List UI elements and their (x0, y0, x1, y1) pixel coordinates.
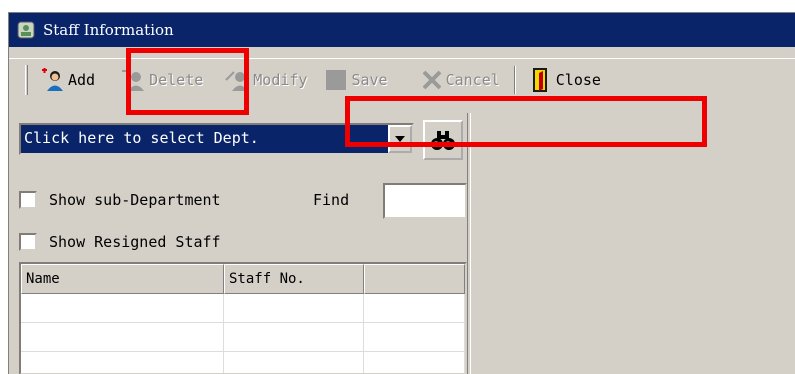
table-row[interactable] (21, 352, 465, 373)
show-resigned-staff-label: Show Resigned Staff (49, 233, 221, 251)
table-cell[interactable] (224, 323, 364, 351)
cancel-label: Cancel (445, 70, 500, 89)
department-select-value: Click here to select Dept. (21, 125, 388, 153)
close-door-icon (532, 67, 547, 92)
panel-splitter[interactable] (467, 113, 471, 374)
cancel-icon (422, 70, 442, 89)
title-bar[interactable]: Staff Information (9, 13, 795, 47)
column-header-blank[interactable] (364, 264, 465, 294)
highlight-box-panel (345, 96, 707, 147)
table-cell[interactable] (224, 352, 364, 373)
column-header-name[interactable]: Name (21, 264, 224, 294)
find-input[interactable] (383, 183, 467, 219)
table-cell[interactable] (364, 323, 465, 351)
save-icon (326, 69, 347, 90)
show-sub-department-label: Show sub-Department (49, 191, 221, 209)
add-label: Add (68, 70, 96, 89)
cancel-button[interactable]: Cancel (416, 64, 504, 96)
find-label: Find (313, 191, 350, 209)
add-button[interactable]: Add (36, 64, 99, 96)
column-header-staff-no[interactable]: Staff No. (224, 264, 364, 294)
staff-grid[interactable]: Name Staff No. (19, 262, 467, 374)
highlight-box-delete (126, 48, 249, 115)
save-label: Save (351, 70, 388, 89)
window-title: Staff Information (43, 21, 174, 39)
close-button[interactable]: Close (526, 64, 605, 96)
table-cell[interactable] (364, 352, 465, 373)
modify-label: Modify (253, 70, 308, 89)
grid-header: Name Staff No. (21, 264, 465, 294)
table-cell[interactable] (224, 294, 364, 322)
table-cell[interactable] (21, 294, 224, 322)
toolbar-grip[interactable] (25, 64, 28, 95)
show-sub-department-row: Show sub-Department (19, 187, 221, 213)
table-row[interactable] (21, 294, 465, 323)
app-icon (17, 21, 35, 39)
show-resigned-staff-row: Show Resigned Staff (19, 229, 221, 255)
close-label: Close (555, 70, 601, 89)
toolbar-separator (513, 65, 516, 94)
show-sub-department-checkbox[interactable] (19, 191, 37, 209)
table-cell[interactable] (21, 323, 224, 351)
save-button[interactable]: Save (319, 64, 391, 96)
table-cell[interactable] (21, 352, 224, 373)
add-user-icon (42, 67, 63, 91)
table-cell[interactable] (364, 294, 465, 322)
table-row[interactable] (21, 323, 465, 352)
show-resigned-staff-checkbox[interactable] (19, 233, 37, 251)
